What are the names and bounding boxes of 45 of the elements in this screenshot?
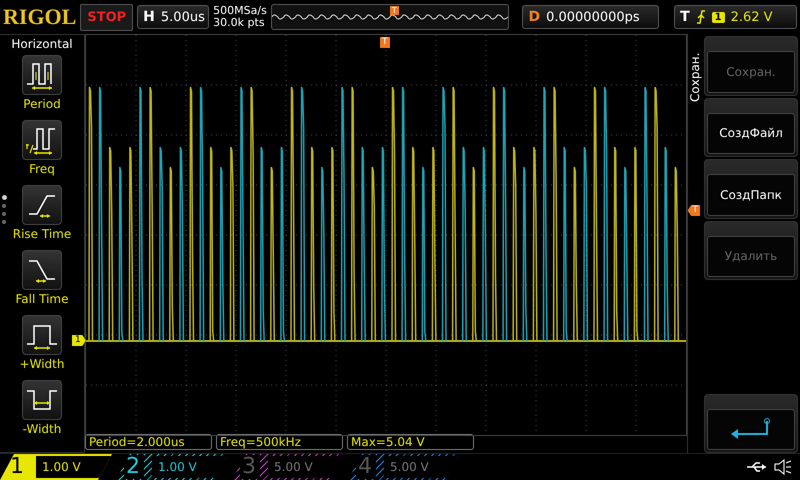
trigger-source: 1 [712,12,725,22]
measure-button[interactable] [22,120,62,160]
speaker-muted-icon [774,459,792,475]
menu-title: Horizontal [11,37,73,51]
trigger-position-marker: T [380,37,390,48]
channel-tab[interactable]: 2 1.00 V [116,454,228,480]
menu-button[interactable]: СоздПапк [707,174,795,216]
run-state[interactable]: STOP [80,4,134,30]
measure-label: Fall Time [15,292,68,306]
measure-button[interactable] [22,55,62,95]
memory-waveform-icon [272,12,508,22]
measure-button[interactable] [22,315,62,355]
measure-label: -Width [22,422,62,436]
measure-button[interactable] [22,380,62,420]
return-arrow-icon [729,416,773,439]
measurement-readout: Max=5.04 V [347,434,474,450]
measure-button[interactable] [22,250,62,290]
channel-scale: 5.00 V [268,456,344,478]
measure-label: Period [23,97,61,111]
sample-rate: 500MSa/s [213,5,267,17]
measurement-readout: Period=2.000us [85,434,212,450]
measure-label: +Width [20,357,64,371]
channel-scale: 1.00 V [36,456,112,478]
measure-label: Rise Time [12,227,72,241]
rising-edge-icon [696,10,706,24]
measurement-readout: Freq=500kHz [216,434,343,450]
channel-tab[interactable]: 1 1.00 V [0,454,112,480]
back-button[interactable] [707,408,795,450]
channel-tab[interactable]: 3 5.00 V [232,454,344,480]
trigger-level-marker: T [688,205,700,216]
usb-icon [746,461,768,473]
timebase-field[interactable]: H 5.00us [137,5,210,29]
menu-title: Сохран. [688,52,703,102]
measure-label: Freq [29,162,55,176]
trigger-field[interactable]: T 1 2.62 V [674,5,797,29]
channel-scale: 1.00 V [152,456,228,478]
channel-marker: 1 [72,335,86,346]
memory-depth: 30.0k pts [213,17,266,29]
channel-scale: 5.00 V [384,456,460,478]
logo: RIGOL [3,4,76,30]
channel-tab[interactable]: 4 5.00 V [348,454,460,480]
menu-button[interactable]: СоздФайл [707,112,795,154]
delay-field[interactable]: D 0.00000000ps [522,5,659,29]
measure-button[interactable] [22,185,62,225]
trigger-position-marker: T [390,6,399,15]
